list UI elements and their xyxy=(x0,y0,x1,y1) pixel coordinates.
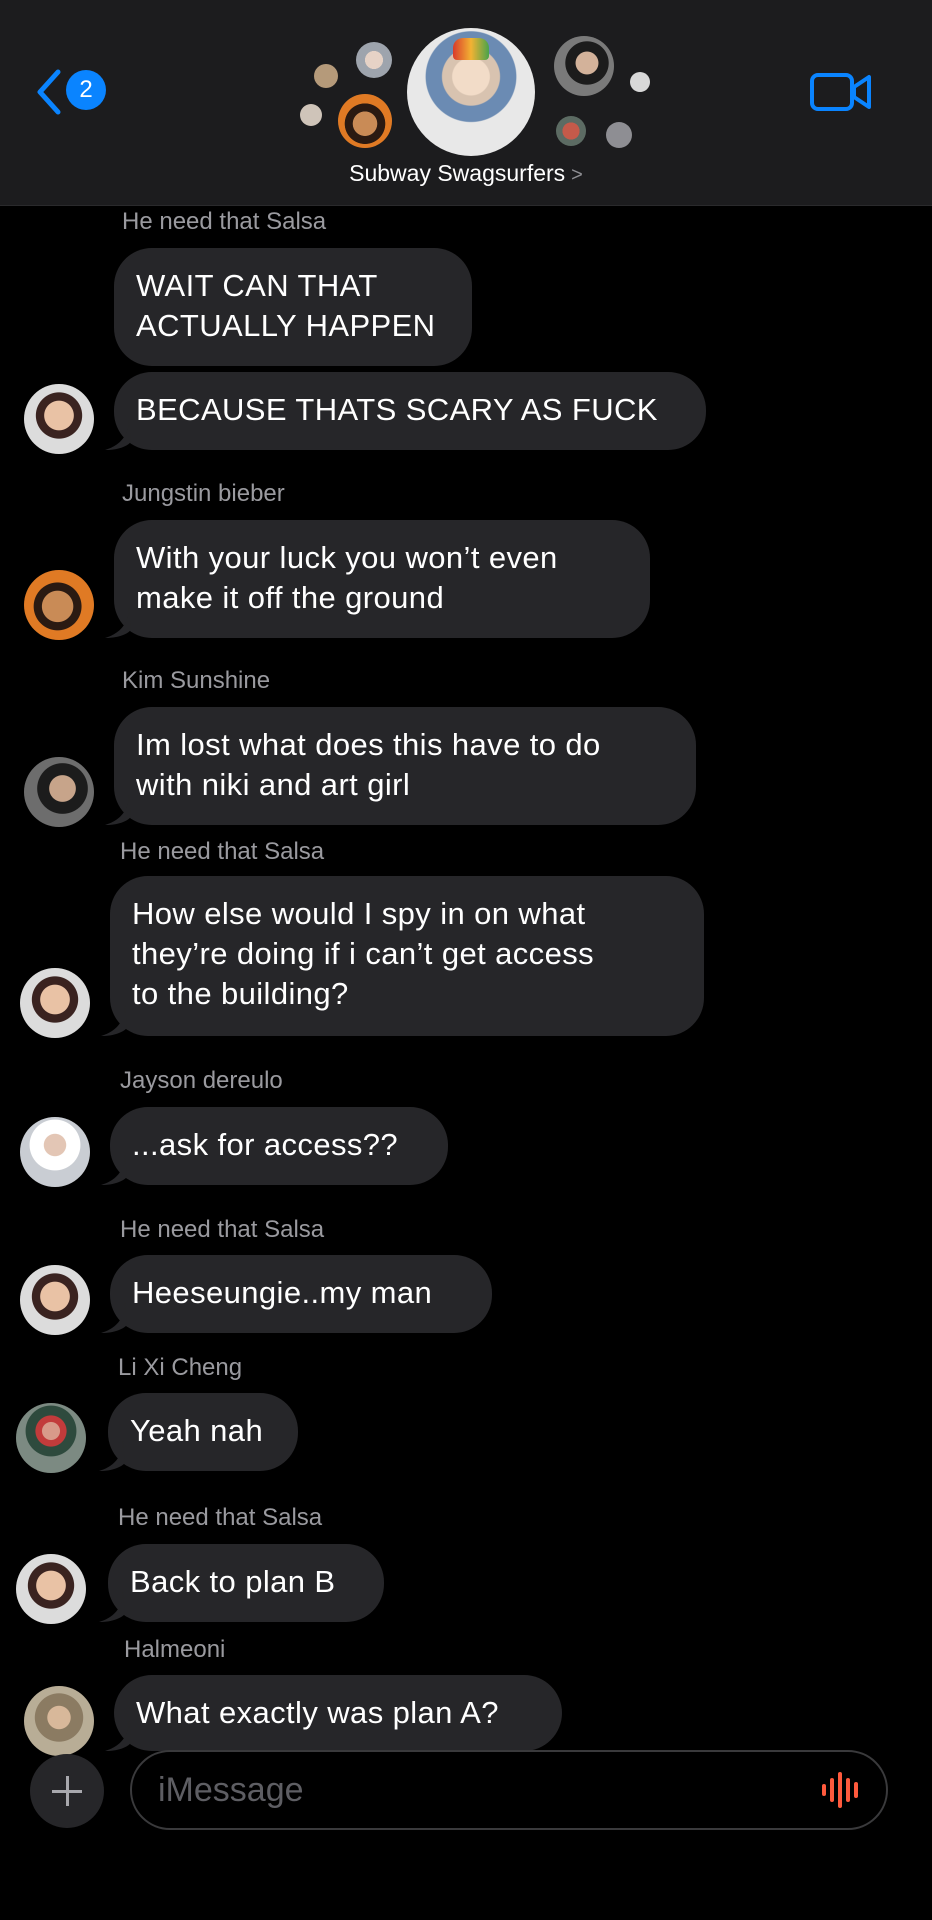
avatar[interactable] xyxy=(16,1403,86,1473)
member-avatar xyxy=(554,36,614,96)
bubble-tail xyxy=(105,1721,131,1751)
member-avatar xyxy=(338,94,392,148)
message-bubble[interactable]: BECAUSE THATS SCARY AS FUCK xyxy=(105,372,706,450)
member-avatar xyxy=(630,72,650,92)
member-avatar xyxy=(300,104,322,126)
sender-name: Kim Sunshine xyxy=(122,667,271,694)
avatar[interactable] xyxy=(20,968,90,1038)
unread-count-badge: 2 xyxy=(66,70,106,110)
message-text: With your luck you won’t even make it of… xyxy=(136,540,558,615)
message-text: Heeseungie..my man xyxy=(132,1275,433,1310)
member-avatar xyxy=(356,42,392,78)
message-bubble[interactable]: Back to plan B xyxy=(99,1544,384,1622)
message-bubble[interactable]: Im lost what does this have to do with n… xyxy=(105,707,696,825)
avatar[interactable] xyxy=(20,1265,90,1335)
conversation-header: 2 Subway Swagsurfers > xyxy=(0,0,932,206)
bubble-tail xyxy=(105,608,131,638)
sender-name: Jayson dereulo xyxy=(120,1067,283,1094)
avatar[interactable] xyxy=(20,1117,90,1187)
message-bubble[interactable]: Yeah nah xyxy=(99,1393,298,1471)
avatar[interactable] xyxy=(24,384,94,454)
message-text: BECAUSE THATS SCARY AS FUCK xyxy=(136,392,658,427)
back-button[interactable]: 2 xyxy=(34,66,114,118)
member-avatar xyxy=(314,64,338,88)
avatar[interactable] xyxy=(24,570,94,640)
message-text: Yeah nah xyxy=(130,1413,264,1448)
message-text: What exactly was plan A? xyxy=(136,1695,499,1730)
message-bubble[interactable]: WAIT CAN THAT ACTUALLY HAPPEN xyxy=(114,248,472,366)
bubble-tail xyxy=(101,1006,127,1036)
bubble-tail xyxy=(101,1303,127,1333)
plus-button[interactable] xyxy=(30,1754,104,1828)
group-name: Subway Swagsurfers xyxy=(349,160,566,186)
sender-name: He need that Salsa xyxy=(118,1504,323,1531)
video-call-button[interactable] xyxy=(810,72,872,112)
avatar[interactable] xyxy=(24,757,94,827)
back-chevron-icon xyxy=(37,69,61,115)
message-bubble[interactable]: With your luck you won’t even make it of… xyxy=(105,520,650,638)
message-bubble[interactable]: ...ask for access?? xyxy=(101,1107,448,1185)
avatar[interactable] xyxy=(24,1686,94,1756)
group-main-avatar[interactable] xyxy=(407,28,535,156)
message-text: Im lost what does this have to do with n… xyxy=(136,727,601,802)
avatar[interactable] xyxy=(16,1554,86,1624)
sender-name: Li Xi Cheng xyxy=(118,1354,243,1381)
group-name-link[interactable]: Subway Swagsurfers > xyxy=(0,160,932,187)
bubble-tail xyxy=(99,1592,125,1622)
sender-name: He need that Salsa xyxy=(120,838,325,865)
message-input[interactable] xyxy=(158,1752,798,1828)
sender-name: Jungstin bieber xyxy=(122,480,285,507)
member-avatar xyxy=(556,116,586,146)
message-composer[interactable] xyxy=(130,1750,888,1830)
message-text: WAIT CAN THAT ACTUALLY HAPPEN xyxy=(136,268,436,343)
member-avatar-placeholder xyxy=(606,122,632,148)
message-text: ...ask for access?? xyxy=(132,1127,399,1162)
chevron-right-icon: > xyxy=(571,164,583,186)
bubble-tail xyxy=(105,420,131,450)
bubble-tail xyxy=(101,1155,127,1185)
message-bubble[interactable]: What exactly was plan A? xyxy=(105,1675,562,1751)
message-text: How else would I spy in on what they’re … xyxy=(132,896,595,1011)
bubble-tail xyxy=(105,795,131,825)
bubble-tail xyxy=(99,1441,125,1471)
sender-name: He need that Salsa xyxy=(120,1216,325,1243)
sender-name: He need that Salsa xyxy=(122,208,327,235)
message-bubble[interactable]: Heeseungie..my man xyxy=(101,1255,492,1333)
sender-name: Halmeoni xyxy=(124,1636,226,1663)
video-camera-icon xyxy=(810,73,871,111)
message-bubble[interactable]: How else would I spy in on what they’re … xyxy=(101,876,704,1036)
audio-waveform-icon[interactable] xyxy=(820,1772,864,1808)
message-text: Back to plan B xyxy=(130,1564,336,1599)
